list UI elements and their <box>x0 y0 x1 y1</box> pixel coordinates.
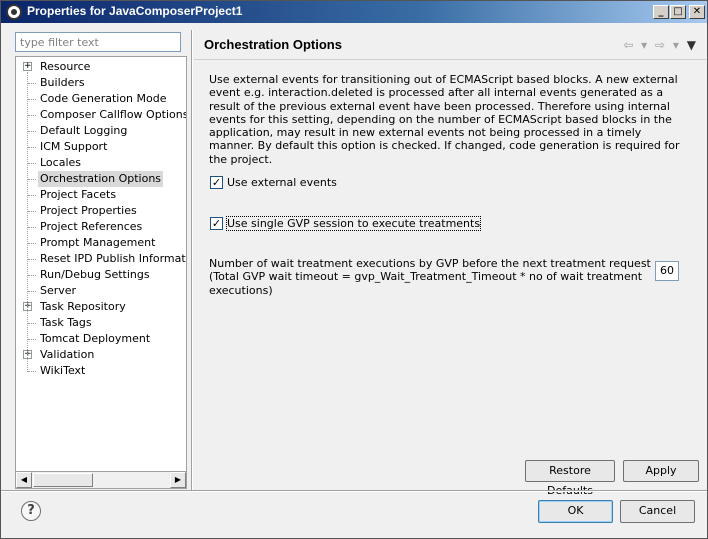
tree-item[interactable]: Run/Debug Settings <box>16 267 186 283</box>
navigation-panel: + ResourceBuildersCode Generation ModeCom… <box>9 30 187 490</box>
use-external-events-label[interactable]: Use external events <box>227 176 337 189</box>
tree-connector <box>28 211 36 212</box>
tree-item[interactable]: Default Logging <box>16 123 186 139</box>
tree-item-label[interactable]: Resource <box>38 59 92 75</box>
tree-connector <box>28 371 36 372</box>
wait-executions-label-line2: (Total GVP wait timeout = gvp_Wait_Treat… <box>209 270 643 297</box>
use-external-events-checkbox[interactable]: ✓ <box>210 176 223 189</box>
tree-item-label[interactable]: Code Generation Mode <box>38 91 169 107</box>
description-text: Use external events for transitioning ou… <box>209 73 680 166</box>
title-bar[interactable]: Properties for JavaComposerProject1 _ □ … <box>1 1 707 23</box>
tree-item[interactable]: Orchestration Options <box>16 171 186 187</box>
scroll-left-arrow-icon[interactable]: ◀ <box>16 472 32 488</box>
help-icon[interactable]: ? <box>21 501 41 521</box>
properties-dialog: Properties for JavaComposerProject1 _ □ … <box>0 0 708 539</box>
tree-connector <box>28 115 36 116</box>
wait-executions-label-line1: Number of wait treatment executions by G… <box>209 257 651 270</box>
tree-item-label[interactable]: Project Properties <box>38 203 139 219</box>
tree-connector <box>28 339 36 340</box>
expand-plus-icon[interactable]: + <box>23 62 32 71</box>
tree-item[interactable]: Locales <box>16 155 186 171</box>
tree-item[interactable]: Task Tags <box>16 315 186 331</box>
forward-arrow-icon[interactable]: ⇨ <box>655 38 665 52</box>
scrollbar-thumb[interactable] <box>33 473 93 487</box>
tree-connector <box>28 163 36 164</box>
tree-connector <box>28 275 36 276</box>
tree-item[interactable]: Prompt Management <box>16 235 186 251</box>
apply-button[interactable]: Apply <box>623 460 699 482</box>
filter-input[interactable] <box>15 32 181 52</box>
tree-item-label[interactable]: Composer Callflow Options <box>38 107 186 123</box>
tree-item-label[interactable]: Server <box>38 283 78 299</box>
tree-item[interactable]: Code Generation Mode <box>16 91 186 107</box>
tree-item[interactable]: Project Facets <box>16 187 186 203</box>
tree-item-label[interactable]: Run/Debug Settings <box>38 267 152 283</box>
tree-horizontal-scrollbar[interactable]: ◀ ▶ <box>15 472 187 489</box>
view-menu-icon[interactable]: ▼ <box>687 38 696 52</box>
tree-item[interactable]: Builders <box>16 75 186 91</box>
tree-item[interactable]: + Validation <box>16 347 186 363</box>
tree-item[interactable]: WikiText <box>16 363 186 379</box>
tree-item-label[interactable]: Validation <box>38 347 96 363</box>
tree-item-label[interactable]: Locales <box>38 155 83 171</box>
tree-item-label[interactable]: Project Facets <box>38 187 118 203</box>
minimize-button[interactable]: _ <box>653 5 669 19</box>
back-menu-icon[interactable]: ▾ <box>641 38 647 52</box>
tree-item-label[interactable]: Task Tags <box>38 315 94 331</box>
tree-item-label[interactable]: Default Logging <box>38 123 129 139</box>
maximize-button[interactable]: □ <box>670 5 686 19</box>
tree-vertical-connector <box>27 72 28 372</box>
wait-executions-input[interactable]: 60 <box>655 261 679 281</box>
close-button[interactable]: ✕ <box>689 5 705 19</box>
tree-connector <box>28 227 36 228</box>
page-title: Orchestration Options <box>204 37 342 52</box>
tree-item[interactable]: Reset IPD Publish Information <box>16 251 186 267</box>
window-title: Properties for JavaComposerProject1 <box>27 4 243 18</box>
tree-item-label[interactable]: WikiText <box>38 363 87 379</box>
forward-menu-icon[interactable]: ▾ <box>673 38 679 52</box>
tree-connector <box>28 243 36 244</box>
back-arrow-icon[interactable]: ⇦ <box>623 38 633 52</box>
tree-item-label[interactable]: Builders <box>38 75 87 91</box>
wait-executions-label: Number of wait treatment executions by G… <box>209 257 669 297</box>
tree-connector <box>28 195 36 196</box>
tree-item[interactable]: + Resource <box>16 59 186 75</box>
use-single-gvp-session-checkbox[interactable]: ✓ <box>210 217 223 230</box>
scroll-right-arrow-icon[interactable]: ▶ <box>170 472 186 488</box>
tree-connector <box>28 259 36 260</box>
panel-divider[interactable] <box>191 30 193 490</box>
footer-separator <box>1 490 707 492</box>
eclipse-app-icon <box>6 4 22 20</box>
tree-connector <box>28 147 36 148</box>
restore-defaults-button[interactable]: Restore Defaults <box>525 460 615 497</box>
tree-connector <box>28 83 36 84</box>
tree-connector <box>28 291 36 292</box>
cancel-button[interactable]: Cancel <box>620 500 695 523</box>
tree-connector <box>28 179 36 180</box>
ok-button[interactable]: OK <box>538 500 613 523</box>
tree-item-label[interactable]: Orchestration Options <box>38 171 164 187</box>
tree-item-label[interactable]: Tomcat Deployment <box>38 331 152 347</box>
tree-item-label[interactable]: Project References <box>38 219 144 235</box>
tree-item-label[interactable]: Task Repository <box>38 299 128 315</box>
tree-item[interactable]: Project Properties <box>16 203 186 219</box>
use-single-gvp-session-label[interactable]: Use single GVP session to execute treatm… <box>225 216 482 231</box>
preference-tree: + Resource Builders Code Generation Mode Com… <box>15 56 187 472</box>
page-header: Orchestration Options ⇦ ▾ ⇨ ▾ ▼ <box>194 30 706 60</box>
tree-item-label[interactable]: ICM Support <box>38 139 109 155</box>
tree-item[interactable]: Server <box>16 283 186 299</box>
tree-connector <box>28 99 36 100</box>
tree-connector <box>28 131 36 132</box>
tree-item[interactable]: ICM Support <box>16 139 186 155</box>
tree-item-label[interactable]: Prompt Management <box>38 235 157 251</box>
page-panel: Orchestration Options ⇦ ▾ ⇨ ▾ ▼ Use exte… <box>194 30 706 497</box>
tree-item[interactable]: Composer Callflow Options <box>16 107 186 123</box>
tree-item[interactable]: Project References <box>16 219 186 235</box>
tree-item[interactable]: + Task Repository <box>16 299 186 315</box>
page-navigation: ⇦ ▾ ⇨ ▾ ▼ <box>619 38 696 52</box>
tree-item-label[interactable]: Reset IPD Publish Information <box>38 251 186 267</box>
tree-connector <box>28 323 36 324</box>
tree-item[interactable]: Tomcat Deployment <box>16 331 186 347</box>
